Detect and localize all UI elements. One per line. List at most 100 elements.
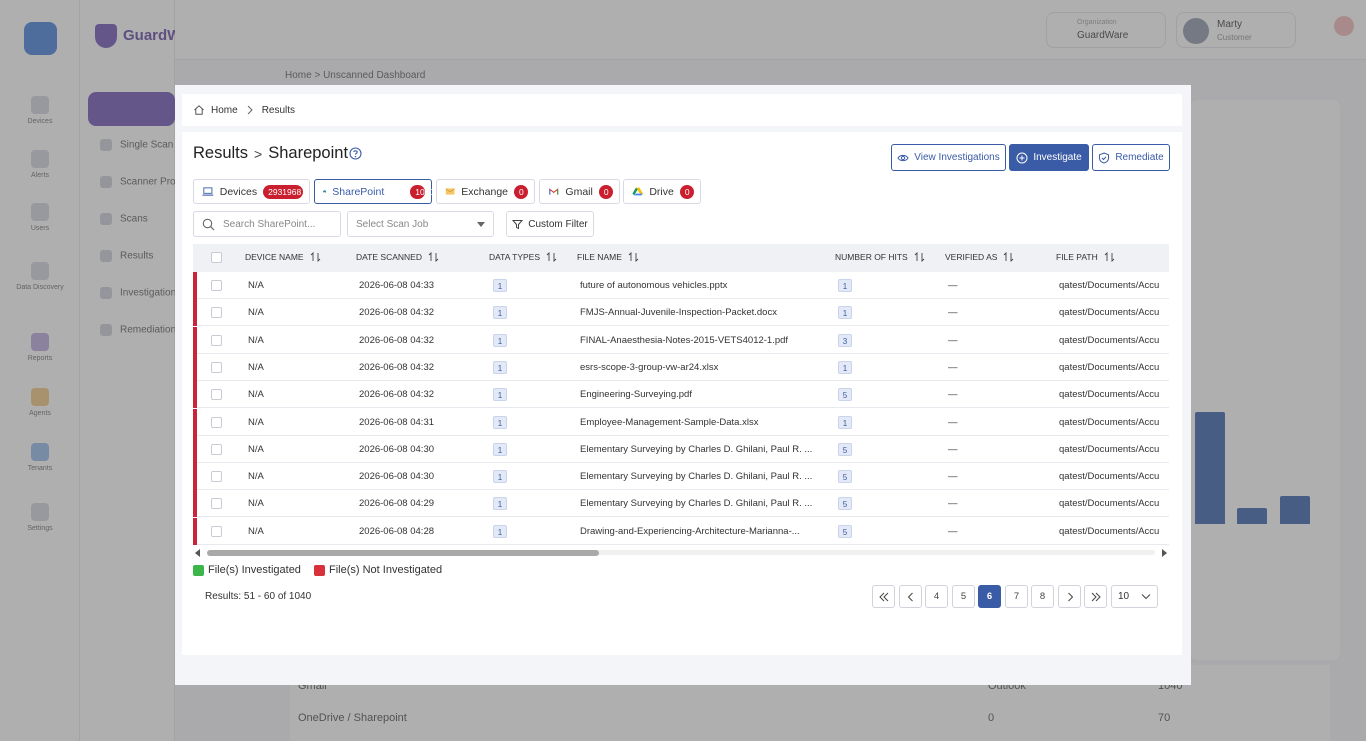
date-scanned-cell: 2026-06-08 04:31 [359,416,435,428]
verified-as-cell: — [948,471,958,483]
tab-drive[interactable]: Drive 0 [623,179,701,204]
column-date-scanned[interactable]: DATE SCANNED [356,252,439,262]
hits-badge: 5 [838,524,852,538]
sort-icon[interactable] [1003,252,1014,262]
device-name-cell: N/A [248,443,264,455]
scroll-right-icon[interactable] [1162,549,1167,557]
data-types-badge: 1 [493,360,507,374]
device-name-cell: N/A [248,416,264,428]
hits-badge: 1 [838,360,852,374]
table-row[interactable]: N/A 2026-06-08 04:32 1 FINAL-Anaesthesia-No… [193,326,1169,354]
date-scanned-cell: 2026-06-08 04:30 [359,443,435,455]
column-number-of-hits[interactable]: NUMBER OF HITS [835,252,925,262]
row-checkbox[interactable] [211,471,222,483]
table-row[interactable]: N/A 2026-06-08 04:32 1 esrs-scope-3-group-v… [193,353,1169,381]
view-investigations-button[interactable]: View Investigations [891,144,1006,171]
first-page-button[interactable] [872,585,895,608]
table-row[interactable]: N/A 2026-06-08 04:31 1 Employee-Management-… [193,408,1169,436]
scrollbar-thumb[interactable] [207,550,599,556]
page-button[interactable]: 4 [925,585,948,608]
row-checkbox[interactable] [211,334,222,346]
file-path-cell: qatest/Documents/Accu [1059,443,1160,455]
column-data-types[interactable]: DATA TYPES [489,252,557,262]
row-checkbox[interactable] [211,361,222,373]
row-checkbox[interactable] [211,443,222,455]
table-row[interactable]: N/A 2026-06-08 04:30 1 Elementary Surveying… [193,435,1169,463]
tab-sharepoint[interactable]: S SharePoint 1040 [314,179,434,204]
verified-as-cell: — [948,334,958,346]
row-checkbox[interactable] [211,280,222,291]
results-panel: Results > Sharepoint View Investigations… [182,132,1182,655]
sort-icon[interactable] [628,252,639,262]
table-row[interactable]: N/A 2026-06-08 04:29 1 Elementary Surveying… [193,490,1169,518]
file-path-cell: qatest/Documents/Accu [1059,471,1160,483]
table-row[interactable]: N/A 2026-06-08 04:32 1 FMJS-Annual-Juvenile… [193,299,1169,327]
file-name-cell: esrs-scope-3-group-vw-ar24.xlsx [580,361,719,373]
column-verified-as[interactable]: VERIFIED AS [945,252,1014,262]
row-checkbox[interactable] [211,498,222,510]
verified-as-cell: — [948,389,958,401]
last-page-button[interactable] [1084,585,1107,608]
legend-investigated: File(s) Investigated [193,564,301,576]
hits-badge: 5 [838,388,852,402]
search-input[interactable] [223,218,333,230]
file-path-cell: qatest/Documents/Accu [1059,280,1160,291]
tab-count-badge: 0 [514,184,528,199]
chevron-right-icon [247,105,253,115]
page-button[interactable]: 8 [1031,585,1054,608]
prev-page-button[interactable] [899,585,922,608]
table-row[interactable]: N/A 2026-06-08 04:30 1 Elementary Surveying… [193,463,1169,491]
device-name-cell: N/A [248,471,264,483]
custom-filter-button[interactable]: Custom Filter [506,211,594,237]
page-button[interactable]: 7 [1005,585,1028,608]
date-scanned-cell: 2026-06-08 04:30 [359,471,435,483]
scan-job-select[interactable]: Select Scan Job [347,211,494,237]
verified-as-cell: — [948,416,958,428]
tab-gmail[interactable]: Gmail 0 [539,179,620,204]
search-field[interactable] [193,211,341,237]
column-file-path[interactable]: FILE PATH [1056,252,1115,262]
verified-as-cell: — [948,443,958,455]
breadcrumb-home[interactable]: Home [211,105,238,116]
row-checkbox[interactable] [211,525,222,537]
row-checkbox[interactable] [211,307,222,319]
file-path-cell: qatest/Documents/Accu [1059,307,1160,319]
next-page-button[interactable] [1058,585,1081,608]
legend-swatch-red [314,564,325,576]
page-button-current[interactable]: 6 [978,585,1001,608]
row-checkbox[interactable] [211,389,222,401]
device-name-cell: N/A [248,361,264,373]
column-device-name[interactable]: DEVICE NAME [245,252,321,262]
sort-icon[interactable] [428,252,439,262]
not-investigated-flag [193,435,197,463]
gmail-icon [549,188,559,195]
table-row[interactable]: N/A 2026-06-08 04:32 1 Engineering-Surveyin… [193,381,1169,409]
sharepoint-icon: S [323,190,327,193]
not-investigated-flag [193,326,197,354]
sort-icon[interactable] [914,252,925,262]
file-name-cell: FMJS-Annual-Juvenile-Inspection-Packet.d… [580,307,777,319]
page-size-select[interactable]: 10 [1111,585,1158,608]
tab-devices[interactable]: Devices 2931968 [193,179,310,204]
date-scanned-cell: 2026-06-08 04:32 [359,307,435,319]
file-path-cell: qatest/Documents/Accu [1059,525,1160,537]
sort-icon[interactable] [546,252,557,262]
help-icon[interactable] [349,147,362,160]
scroll-left-icon[interactable] [195,549,200,557]
remediate-button[interactable]: Remediate [1092,144,1170,171]
table-row[interactable]: N/A 2026-06-08 04:33 1 future of autonomous… [193,272,1169,299]
hits-badge: 5 [838,470,852,484]
date-scanned-cell: 2026-06-08 04:33 [359,280,435,291]
select-all-checkbox[interactable] [211,252,222,263]
row-checkbox[interactable] [211,416,222,428]
column-file-name[interactable]: FILE NAME [577,252,639,262]
file-name-cell: Elementary Surveying by Charles D. Ghila… [580,471,812,483]
tab-exchange[interactable]: Exchange 0 [436,179,535,204]
sort-icon[interactable] [310,252,321,262]
table-row[interactable]: N/A 2026-06-08 04:28 1 Drawing-and-Experien… [193,517,1169,545]
page-button[interactable]: 5 [952,585,975,608]
horizontal-scrollbar[interactable] [193,547,1169,557]
file-name-cell: Engineering-Surveying.pdf [580,389,692,401]
sort-icon[interactable] [1104,252,1115,262]
investigate-button[interactable]: Investigate [1009,144,1089,171]
